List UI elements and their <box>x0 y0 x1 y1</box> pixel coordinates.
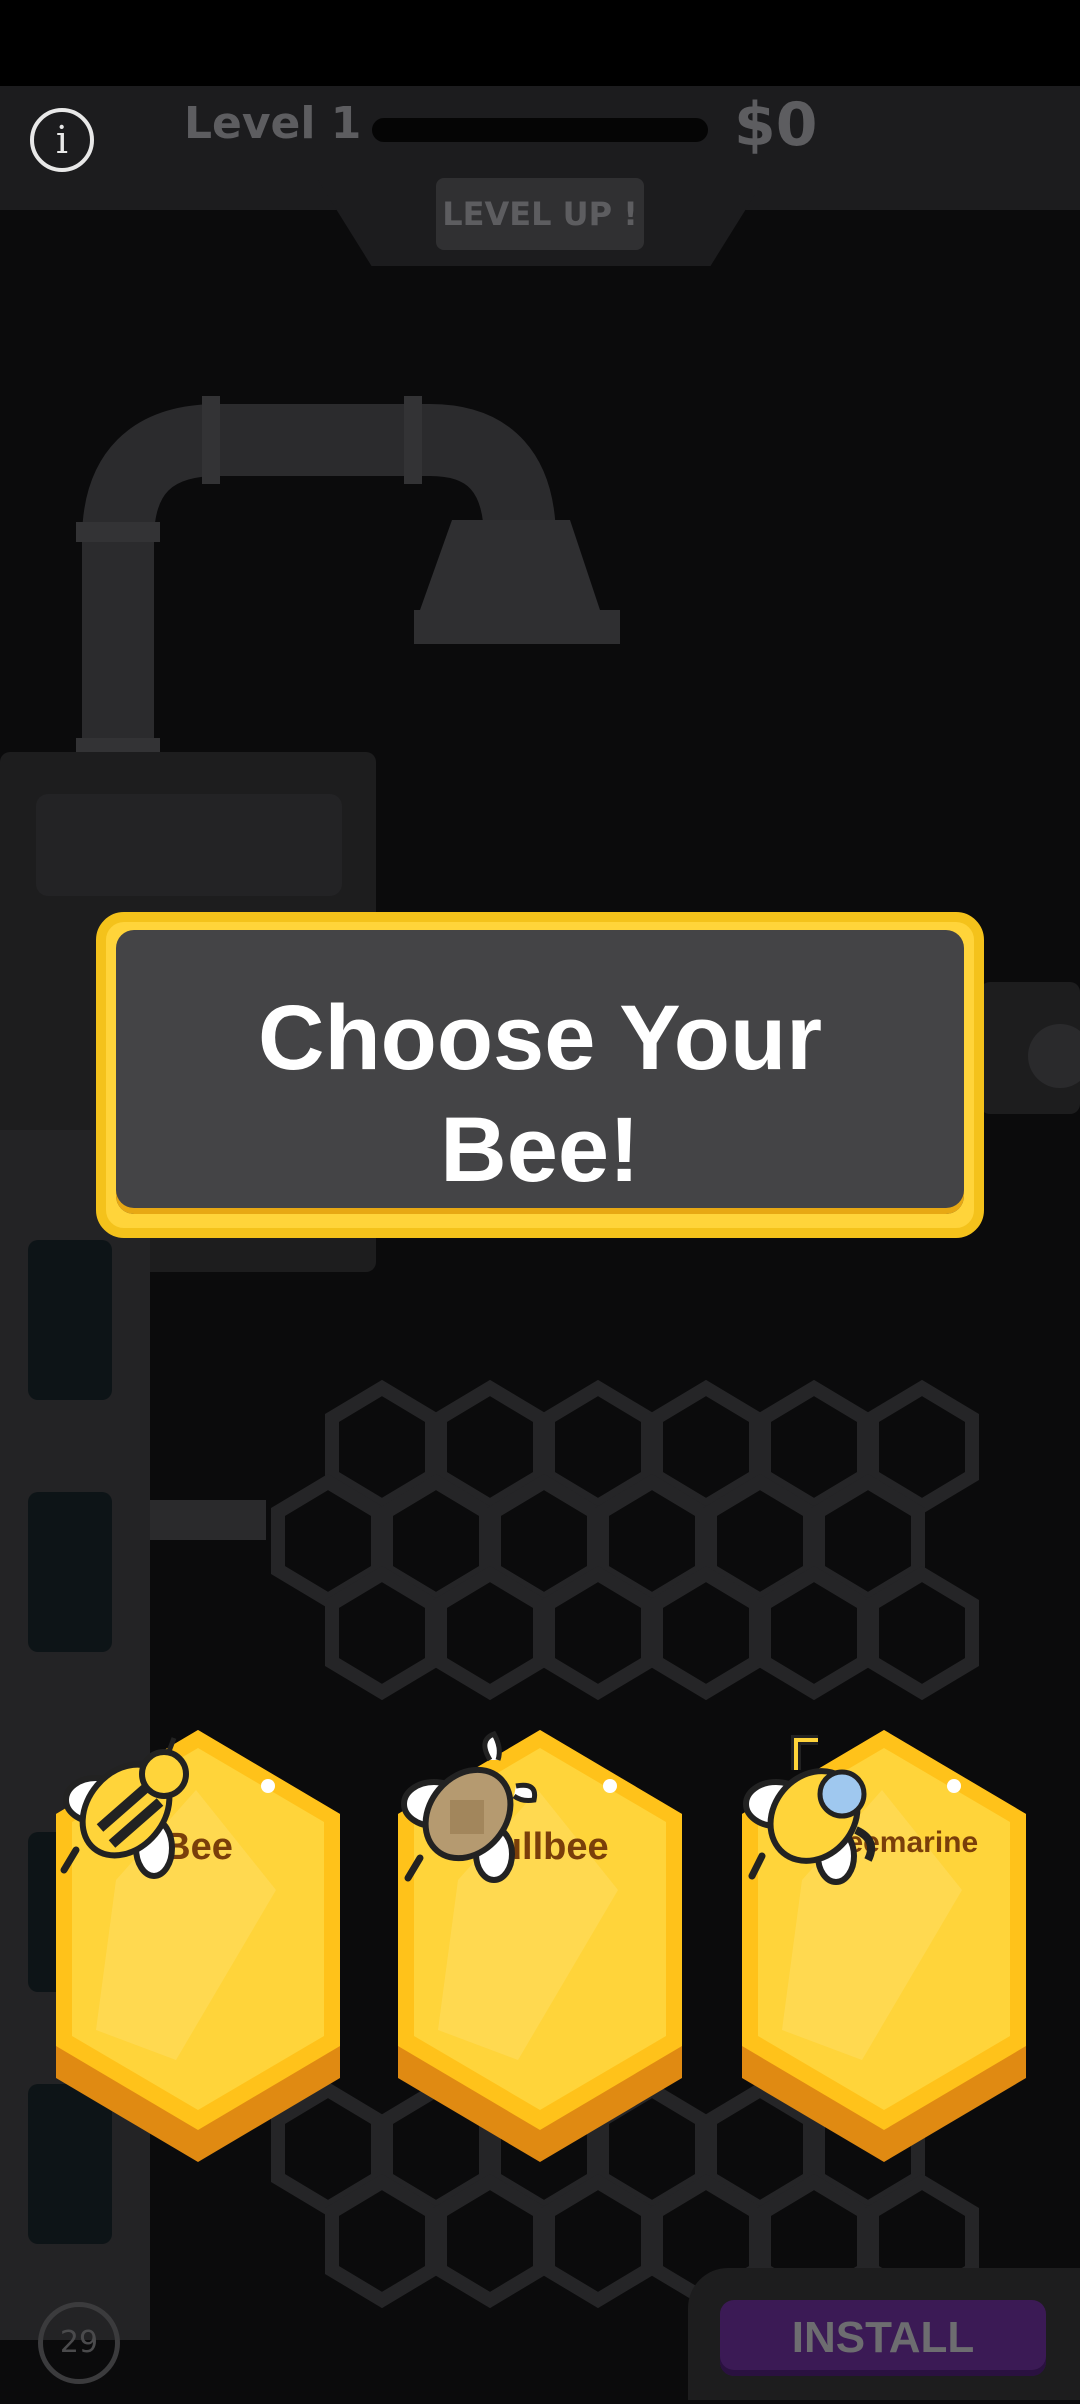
choose-bee-title: Choose Your Bee! <box>116 982 964 1206</box>
choose-bee-panel: Choose Your Bee! <box>96 912 984 1238</box>
bee-card[interactable]: Bee <box>56 1730 340 2162</box>
countdown-timer: 29 <box>38 2302 120 2384</box>
title-line-2: Bee! <box>440 1099 640 1201</box>
bee-icon <box>60 1737 189 1879</box>
level-up-button[interactable]: LEVEL UP ! <box>436 178 644 250</box>
subeemarine-card[interactable]: Subeemarine <box>742 1730 1026 2162</box>
subeemarine-icon <box>743 1735 875 1885</box>
level-label: Level 1 <box>184 98 362 149</box>
title-line-1: Choose Your <box>258 987 822 1089</box>
level-progress-bar <box>372 118 708 142</box>
status-bar <box>0 0 1080 86</box>
choose-bee-panel-inner: Choose Your Bee! <box>116 930 964 1214</box>
bullbee-card[interactable]: Bullbee <box>398 1730 682 2162</box>
money-counter: $0 <box>734 90 818 160</box>
install-button[interactable]: INSTALL <box>720 2300 1046 2376</box>
bullbee-icon <box>401 1730 538 1883</box>
info-icon[interactable]: i <box>30 108 94 172</box>
